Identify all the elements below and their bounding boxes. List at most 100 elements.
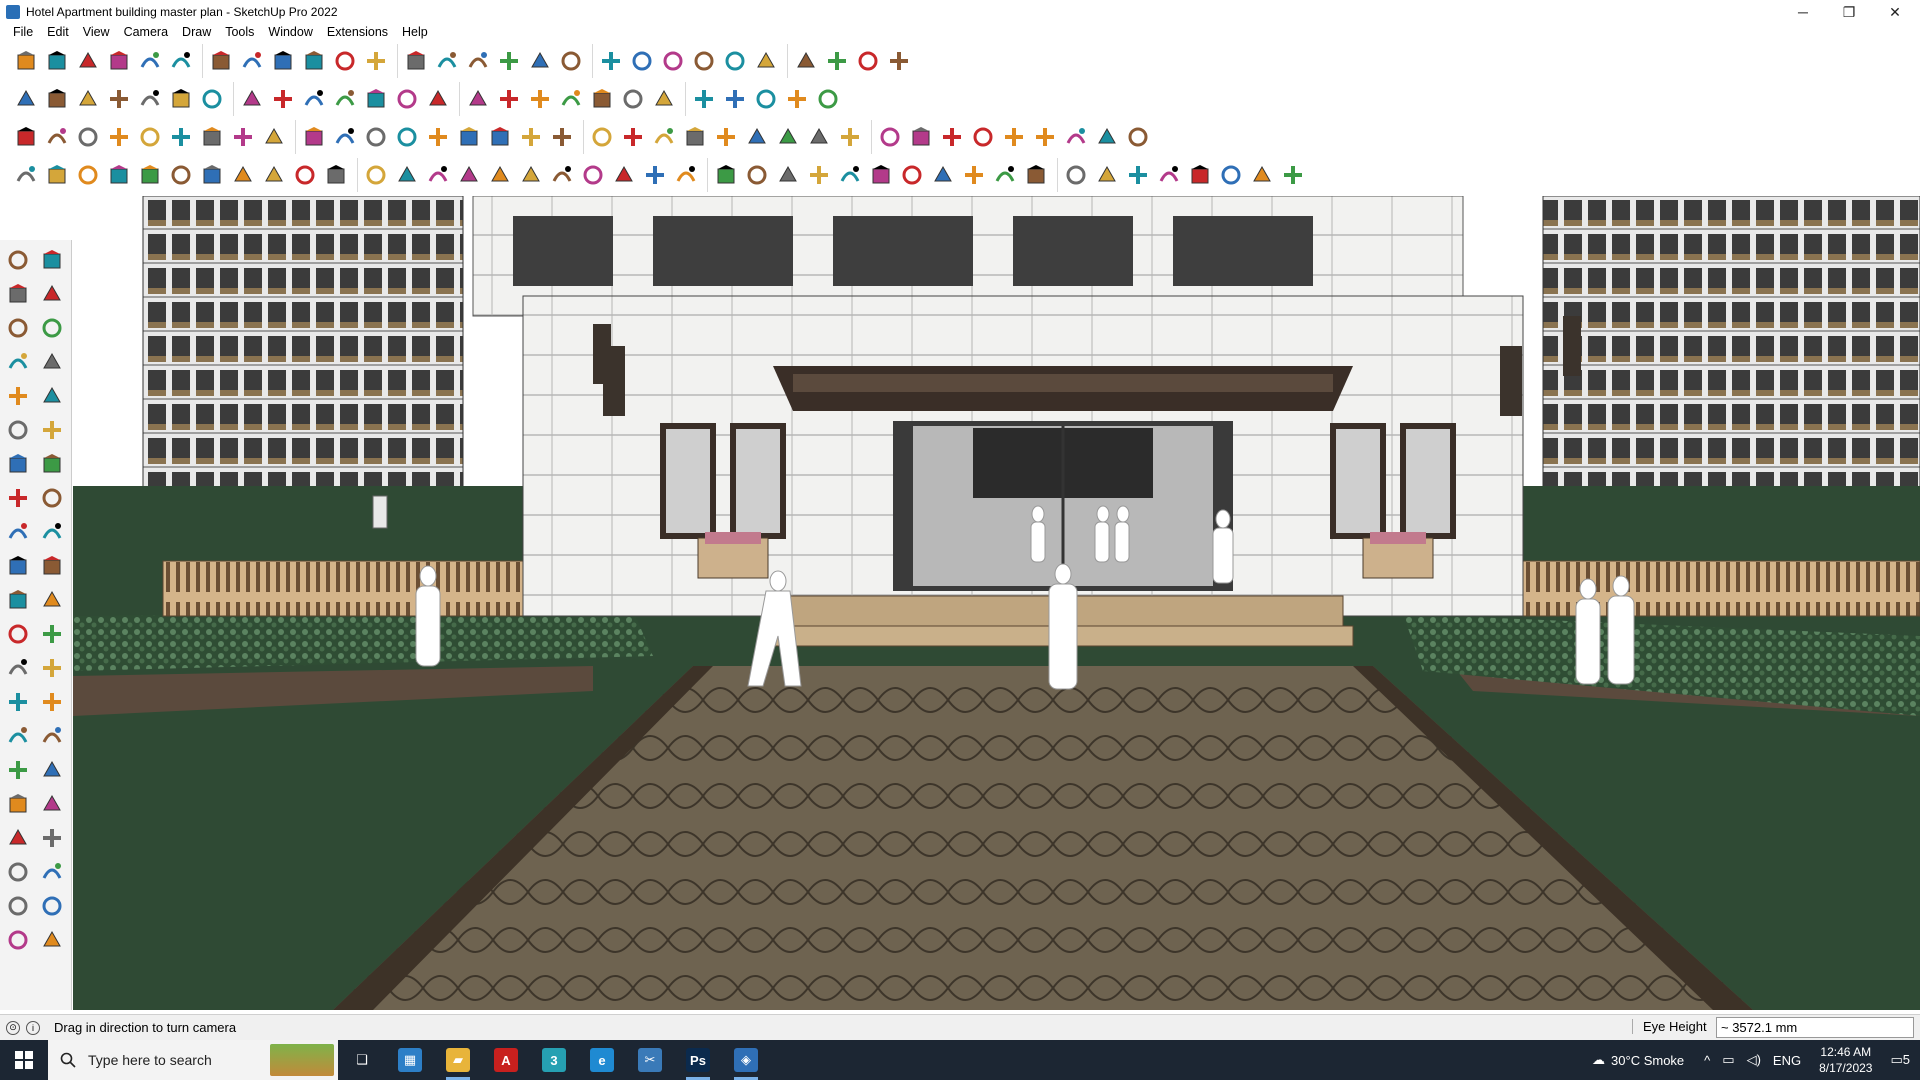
grid-yellow-button[interactable] — [1000, 123, 1028, 151]
curve-button[interactable] — [331, 85, 359, 113]
tape-button[interactable] — [38, 314, 66, 342]
loop-shapes-button[interactable] — [814, 85, 842, 113]
corner-button[interactable] — [331, 123, 359, 151]
bunny-b-button[interactable] — [836, 123, 864, 151]
menu-draw[interactable]: Draw — [175, 25, 218, 39]
plane-b-button[interactable] — [495, 85, 523, 113]
dimension-button[interactable] — [38, 620, 66, 648]
cut-button[interactable] — [455, 161, 483, 189]
profile-a-button[interactable] — [579, 161, 607, 189]
3d-text-button[interactable] — [38, 688, 66, 716]
arc-button[interactable] — [4, 450, 32, 478]
minimize-button[interactable]: ─ — [1780, 0, 1826, 24]
axes-button[interactable] — [4, 688, 32, 716]
follow-me-button[interactable] — [207, 47, 235, 75]
bezier-a-button[interactable] — [12, 161, 40, 189]
push-pull-d-button[interactable] — [198, 85, 226, 113]
walk-button[interactable] — [4, 858, 32, 886]
taskbar-calculator[interactable]: ▦ — [386, 1040, 434, 1080]
house-c-button[interactable] — [588, 85, 616, 113]
house-e-button[interactable] — [650, 85, 678, 113]
paint-bucket-button[interactable] — [402, 47, 430, 75]
menu-help[interactable]: Help — [395, 25, 435, 39]
taskbar-search[interactable]: Type here to search — [48, 1040, 338, 1080]
profile-b-button[interactable] — [610, 161, 638, 189]
volume-icon[interactable]: ◁) — [1747, 1052, 1761, 1068]
profile-l-button[interactable] — [929, 161, 957, 189]
profile-g-button[interactable] — [774, 161, 802, 189]
zoom-extents-button[interactable] — [12, 47, 40, 75]
loop-button[interactable] — [743, 123, 771, 151]
menu-camera[interactable]: Camera — [117, 25, 175, 39]
rotate-button[interactable] — [4, 552, 32, 580]
pan-button[interactable] — [464, 47, 492, 75]
zoom-button[interactable] — [495, 47, 523, 75]
line-button[interactable] — [4, 348, 32, 376]
cube-blue-button[interactable] — [12, 123, 40, 151]
section-plane-button[interactable] — [38, 858, 66, 886]
materials-button[interactable] — [721, 47, 749, 75]
styles-button[interactable] — [38, 892, 66, 920]
house-b-button[interactable] — [557, 85, 585, 113]
rope-button[interactable] — [619, 123, 647, 151]
label-active-button[interactable] — [105, 123, 133, 151]
orbit-button[interactable] — [4, 722, 32, 750]
tag-button[interactable] — [752, 85, 780, 113]
profile-d-button[interactable] — [672, 161, 700, 189]
page-button[interactable] — [229, 123, 257, 151]
text-button[interactable] — [38, 654, 66, 682]
push-pull-a-button[interactable] — [105, 85, 133, 113]
taskbar-task-view[interactable]: ❑ — [338, 1040, 386, 1080]
taskbar-3dsmax[interactable]: 3 — [530, 1040, 578, 1080]
circle-button[interactable] — [4, 416, 32, 444]
measurements-box[interactable]: ~ 3572.1 mm — [1716, 1017, 1914, 1038]
box-xray-button[interactable] — [43, 85, 71, 113]
move-button[interactable] — [238, 47, 266, 75]
eraser-button[interactable] — [38, 280, 66, 308]
nodes-red-button[interactable] — [362, 123, 390, 151]
sandbox-button[interactable] — [792, 47, 820, 75]
geo-location-icon[interactable]: ⊙ — [6, 1020, 20, 1035]
profile-f-button[interactable] — [743, 161, 771, 189]
house-a-button[interactable] — [526, 85, 554, 113]
profile-v-button[interactable] — [1248, 161, 1276, 189]
tape-measure-button[interactable] — [4, 620, 32, 648]
scenes-button[interactable] — [4, 926, 32, 954]
pipe-button[interactable] — [198, 161, 226, 189]
tube-button[interactable] — [260, 161, 288, 189]
orbit-lasso-button[interactable] — [38, 246, 66, 274]
cross-blue-button[interactable] — [455, 123, 483, 151]
taskbar-snipping[interactable]: ✂ — [626, 1040, 674, 1080]
monitor-button[interactable] — [938, 123, 966, 151]
pencil-line-button[interactable] — [105, 47, 133, 75]
cone-teal-2-button[interactable] — [517, 123, 545, 151]
profile-h-button[interactable] — [805, 161, 833, 189]
profile-c-button[interactable] — [641, 161, 669, 189]
stair-b-button[interactable] — [362, 161, 390, 189]
menu-view[interactable]: View — [76, 25, 117, 39]
close-button[interactable]: ✕ — [1872, 0, 1918, 24]
square-red-button[interactable] — [167, 123, 195, 151]
scenes-button[interactable] — [659, 47, 687, 75]
taskbar-edge[interactable]: e — [578, 1040, 626, 1080]
matrix-button[interactable] — [1124, 123, 1152, 151]
notifications-icon[interactable]: ▭5 — [1890, 1052, 1910, 1068]
rotate-orange-button[interactable] — [136, 123, 164, 151]
profile-k-button[interactable] — [898, 161, 926, 189]
bezier-b-button[interactable] — [43, 161, 71, 189]
profile-r-button[interactable] — [1124, 161, 1152, 189]
cube-red-button[interactable] — [876, 123, 904, 151]
push-pull-button[interactable] — [38, 518, 66, 546]
fredo-tools-button[interactable] — [721, 85, 749, 113]
eraser-button[interactable] — [74, 47, 102, 75]
scale-button[interactable] — [300, 47, 328, 75]
zoom-window-button[interactable] — [38, 756, 66, 784]
zoom-button[interactable] — [4, 756, 32, 784]
profile-t-button[interactable] — [1186, 161, 1214, 189]
components-button[interactable] — [690, 47, 718, 75]
rectangle-button[interactable] — [4, 382, 32, 410]
wall-button[interactable] — [517, 161, 545, 189]
push-pull-e-button[interactable] — [238, 85, 266, 113]
add-location-button[interactable] — [752, 47, 780, 75]
multi-green-button[interactable] — [774, 123, 802, 151]
